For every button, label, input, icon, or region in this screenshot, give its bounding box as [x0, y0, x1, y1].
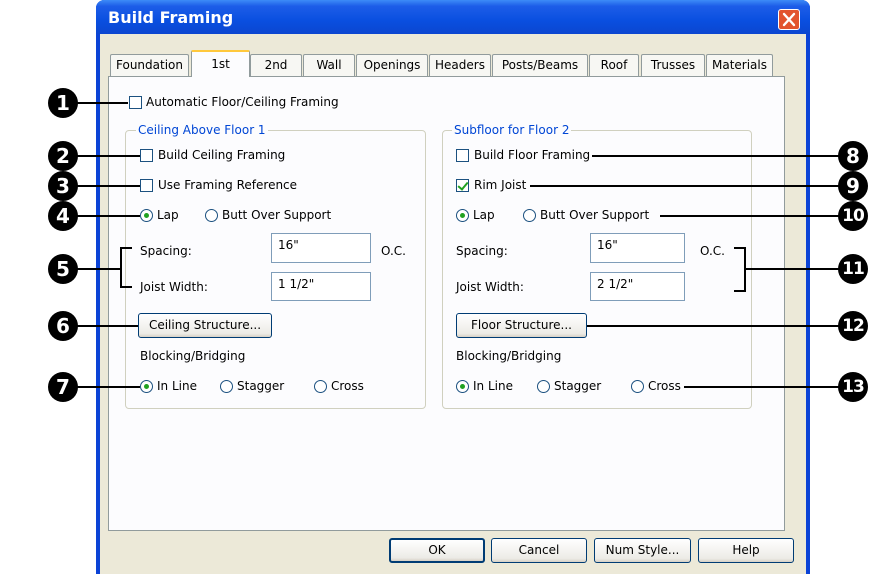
ceiling-joist-width-input[interactable]: 1 1/2" [271, 272, 371, 301]
ceiling-butt-label: Butt Over Support [222, 208, 332, 222]
callout-11-bracket-bottom [734, 290, 746, 292]
floor-oc-label: O.C. [700, 244, 725, 258]
tab-wall[interactable]: Wall [303, 54, 355, 76]
rim-joist-checkbox[interactable] [456, 179, 469, 192]
floor-structure-button[interactable]: Floor Structure... [456, 313, 587, 338]
tab-openings[interactable]: Openings [356, 54, 428, 76]
callout-5-bracket [120, 247, 122, 288]
ceiling-butt-radio[interactable] [205, 209, 218, 222]
tab-posts-beams[interactable]: Posts/Beams [492, 54, 588, 76]
callout-11-bracket-top [734, 247, 746, 249]
floor-lap-label: Lap [473, 208, 495, 222]
use-framing-reference-label: Use Framing Reference [158, 178, 298, 192]
ceiling-spacing-input[interactable]: 16" [271, 233, 371, 263]
callout-5-bracket-top [120, 247, 132, 249]
ceiling-structure-button[interactable]: Ceiling Structure... [138, 313, 272, 338]
callout-8-leader [592, 155, 850, 157]
window-title: Build Framing [108, 8, 234, 27]
tab-foundation[interactable]: Foundation [110, 54, 189, 76]
callout-2: 2 [48, 141, 78, 171]
ceiling-stagger-label: Stagger [237, 379, 285, 393]
subfloor-group [442, 130, 752, 409]
build-ceiling-framing-label: Build Ceiling Framing [158, 148, 286, 162]
callout-4: 4 [48, 201, 78, 231]
build-floor-framing-label: Build Floor Framing [474, 148, 591, 162]
floor-blocking-label: Blocking/Bridging [456, 349, 562, 363]
ceiling-inline-label: In Line [157, 379, 197, 393]
use-framing-reference-checkbox[interactable] [140, 179, 153, 192]
tab-1st[interactable]: 1st [191, 50, 250, 77]
ceiling-spacing-label: Spacing: [140, 244, 192, 258]
floor-butt-radio[interactable] [523, 209, 536, 222]
callout-9: 9 [838, 171, 868, 201]
ceiling-lap-radio[interactable] [140, 209, 153, 222]
callout-5: 5 [48, 254, 78, 284]
automatic-framing-checkbox[interactable] [129, 96, 142, 109]
floor-stagger-label: Stagger [554, 379, 602, 393]
floor-inline-label: In Line [473, 379, 513, 393]
tab-headers[interactable]: Headers [429, 54, 491, 76]
ceiling-inline-radio[interactable] [140, 380, 153, 393]
callout-5-bracket-bottom [120, 286, 132, 288]
callout-10-leader [660, 215, 850, 217]
build-floor-framing-checkbox[interactable] [456, 149, 469, 162]
help-button[interactable]: Help [698, 538, 794, 563]
callout-1: 1 [48, 88, 78, 118]
tab-trusses[interactable]: Trusses [641, 54, 705, 76]
rim-joist-label: Rim Joist [474, 178, 527, 192]
ceiling-joist-width-label: Joist Width: [140, 280, 208, 294]
build-ceiling-framing-checkbox[interactable] [140, 149, 153, 162]
floor-joist-width-input[interactable]: 2 1/2" [590, 272, 685, 301]
floor-butt-label: Butt Over Support [540, 208, 650, 222]
subfloor-group-title: Subfloor for Floor 2 [452, 123, 572, 137]
callout-12: 12 [838, 311, 868, 341]
floor-stagger-radio[interactable] [537, 380, 550, 393]
num-style-button[interactable]: Num Style... [594, 538, 691, 563]
ceiling-cross-radio[interactable] [314, 380, 327, 393]
automatic-framing-label: Automatic Floor/Ceiling Framing [146, 95, 339, 109]
cancel-button[interactable]: Cancel [491, 538, 587, 563]
callout-12-leader [587, 325, 850, 327]
ok-button[interactable]: OK [389, 538, 485, 563]
ceiling-lap-label: Lap [157, 208, 179, 222]
floor-spacing-label: Spacing: [456, 244, 508, 258]
tab-materials[interactable]: Materials [706, 54, 773, 76]
tab-2nd[interactable]: 2nd [250, 54, 302, 76]
floor-joist-width-label: Joist Width: [456, 280, 524, 294]
tab-roof[interactable]: Roof [589, 54, 639, 76]
callout-9-leader [530, 185, 850, 187]
callout-8: 8 [838, 141, 868, 171]
close-icon [782, 12, 796, 27]
ceiling-group [125, 130, 426, 409]
callout-11-leader [746, 268, 850, 270]
callout-13-leader [684, 386, 850, 388]
ceiling-group-title: Ceiling Above Floor 1 [136, 123, 268, 137]
callout-13: 13 [838, 372, 868, 402]
close-button[interactable] [778, 9, 800, 30]
ceiling-blocking-label: Blocking/Bridging [140, 349, 246, 363]
callout-7: 7 [48, 372, 78, 402]
ceiling-cross-label: Cross [331, 379, 364, 393]
floor-lap-radio[interactable] [456, 209, 469, 222]
callout-6: 6 [48, 311, 78, 341]
floor-cross-radio[interactable] [631, 380, 644, 393]
ceiling-stagger-radio[interactable] [220, 380, 233, 393]
callout-11: 11 [838, 254, 868, 284]
floor-inline-radio[interactable] [456, 380, 469, 393]
floor-spacing-input[interactable]: 16" [590, 233, 685, 263]
callout-11-bracket [744, 247, 746, 292]
callout-10: 10 [838, 201, 868, 231]
callout-3: 3 [48, 171, 78, 201]
floor-cross-label: Cross [648, 379, 681, 393]
ceiling-oc-label: O.C. [381, 244, 406, 258]
title-bar[interactable]: Build Framing [96, 0, 810, 34]
